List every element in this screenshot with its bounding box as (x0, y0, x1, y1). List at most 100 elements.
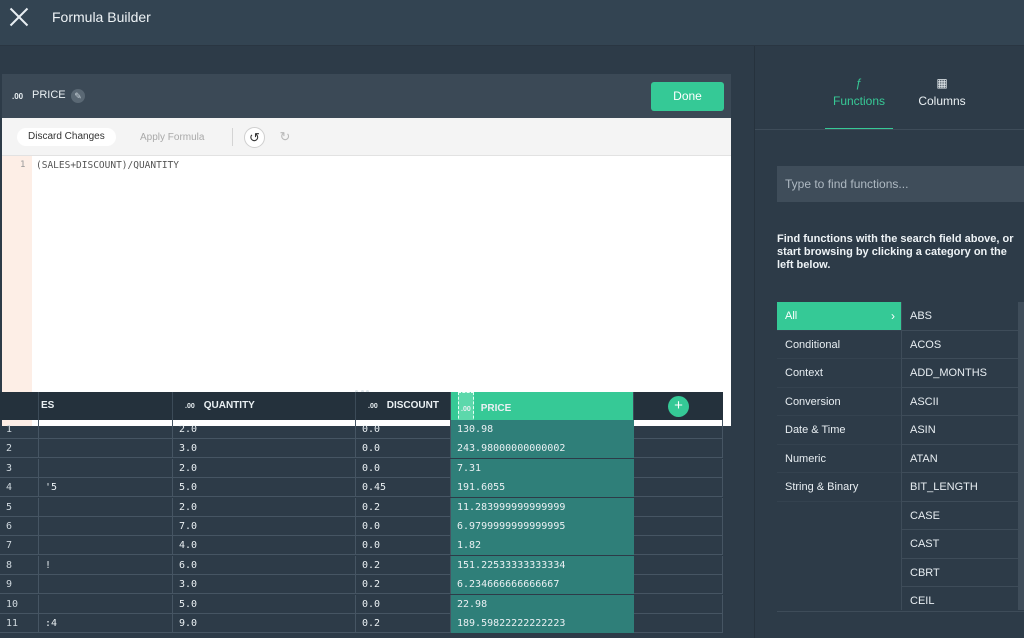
row-number-cell: 5 (0, 497, 39, 517)
done-button[interactable]: Done (651, 82, 724, 111)
function-item[interactable]: CASE (902, 501, 1019, 530)
price-cell: 7.31 (451, 458, 634, 478)
table-row: 4'5 5.0 0.45 191.6055 (0, 478, 723, 498)
empty-cell (634, 439, 723, 459)
category-label: Numeric (785, 452, 826, 465)
empty-cell (634, 614, 723, 633)
row-number-cell: 2 (0, 439, 39, 459)
empty-cell (634, 536, 723, 556)
close-icon[interactable] (8, 6, 30, 28)
price-cell: 243.98000000000002 (451, 439, 634, 459)
line-number: 1 (20, 160, 26, 170)
function-item[interactable]: ACOS (902, 330, 1019, 359)
price-cell: 191.6055 (451, 478, 634, 498)
category-label: Context (785, 367, 823, 379)
format-badge: .00 (12, 92, 24, 101)
panel-divider (777, 611, 1024, 612)
category-item[interactable]: Conditional (777, 331, 901, 359)
function-icon: ƒ (855, 76, 863, 90)
apply-formula-button[interactable]: Apply Formula (140, 132, 204, 143)
quantity-cell: 5.0 (173, 478, 356, 498)
sales-cell (39, 458, 173, 478)
tab-label: Functions (832, 94, 886, 108)
table-row: 10 5.0 0.0 22.98 (0, 594, 723, 614)
category-item[interactable]: Numeric (777, 445, 901, 473)
resize-handle-icon[interactable] (355, 380, 379, 393)
sales-cell (39, 439, 173, 459)
table-row: 8! 6.0 0.2 151.22533333333334 (0, 555, 723, 575)
row-number-cell: 9 (0, 575, 39, 595)
table-row: 9 3.0 0.2 6.234666666666667 (0, 575, 723, 595)
column-name: PRICE (32, 89, 66, 101)
header-quantity[interactable]: .00 QUANTITY (173, 392, 356, 420)
empty-cell (634, 555, 723, 575)
row-number-cell: 1 (0, 420, 39, 439)
discount-cell: 0.0 (356, 594, 451, 614)
header-label: QUANTITY (203, 400, 255, 411)
header-sales[interactable]: ES (39, 392, 173, 420)
function-item[interactable]: BIT_LENGTH (902, 473, 1019, 502)
quantity-cell: 4.0 (173, 536, 356, 556)
edit-name-pencil-icon[interactable]: ✎ (71, 89, 85, 103)
function-item[interactable]: ADD_MONTHS (902, 359, 1019, 388)
function-search-input[interactable] (777, 166, 1024, 202)
formula-code-input[interactable]: (SALES+DISCOUNT)/QUANTITY (36, 160, 179, 171)
header-discount[interactable]: .00 DISCOUNT (356, 392, 451, 420)
header-label: ES (41, 400, 55, 411)
function-item[interactable]: CAST (902, 530, 1019, 559)
quantity-cell: 3.0 (173, 439, 356, 459)
function-item[interactable]: ASCII (902, 387, 1019, 416)
functions-panel: ƒ Functions ▦ Columns Find functions wit… (754, 46, 1024, 638)
function-list-scrollbar[interactable] (1018, 302, 1024, 610)
function-item[interactable]: CBRT (902, 558, 1019, 587)
toolbar-divider (232, 128, 233, 146)
sales-cell: ! (39, 555, 173, 575)
app-title: Formula Builder (52, 9, 151, 25)
discount-cell: 0.0 (356, 458, 451, 478)
empty-cell (634, 478, 723, 498)
row-number-cell: 10 (0, 594, 39, 614)
tab-columns[interactable]: ▦ Columns (907, 76, 977, 130)
undo-icon[interactable]: ↺ (244, 127, 265, 148)
line-gutter: 1 (2, 156, 32, 426)
quantity-cell: 3.0 (173, 575, 356, 595)
category-item[interactable]: String & Binary (777, 473, 901, 502)
row-number-cell: 8 (0, 555, 39, 575)
function-item[interactable]: ABS (902, 302, 1019, 331)
discard-changes-button[interactable]: Discard Changes (17, 128, 116, 146)
table-row: 1 2.0 0.0 130.98 (0, 420, 723, 439)
function-item[interactable]: CEIL (902, 587, 1019, 610)
category-item[interactable]: Conversion (777, 388, 901, 416)
add-column-button[interactable]: + (668, 396, 689, 417)
empty-cell (634, 458, 723, 478)
grid-header-row: ES .00 QUANTITY .00 DISCOUNT .00 PRICE + (0, 392, 723, 428)
category-list: All › Conditional Context Conversion Date & T… (777, 302, 901, 502)
row-number-cell: 3 (0, 458, 39, 478)
editor-card: .00 PRICE ✎ Done Discard Changes Apply F… (2, 74, 731, 426)
row-number-cell: 11 (0, 614, 39, 633)
table-row: 7 4.0 0.0 1.82 (0, 536, 723, 556)
function-item[interactable]: ASIN (902, 416, 1019, 445)
category-label: String & Binary (785, 481, 859, 493)
header-price[interactable]: .00 PRICE (451, 392, 634, 428)
quantity-cell: 2.0 (173, 420, 356, 439)
tab-functions[interactable]: ƒ Functions (825, 76, 893, 130)
table-row: 5 2.0 0.2 11.283999999999999 (0, 497, 723, 517)
quantity-cell: 7.0 (173, 517, 356, 536)
category-item[interactable]: Context (777, 359, 901, 388)
sales-cell: :4 (39, 614, 173, 633)
category-item[interactable]: All › (777, 302, 901, 331)
quantity-cell: 6.0 (173, 555, 356, 575)
price-cell: 22.98 (451, 594, 634, 614)
sales-cell (39, 575, 173, 595)
discount-cell: 0.2 (356, 614, 451, 633)
function-item[interactable]: ATAN (902, 444, 1019, 473)
quantity-cell: 2.0 (173, 458, 356, 478)
empty-cell (634, 594, 723, 614)
redo-icon[interactable]: ↻ (276, 128, 294, 146)
price-cell: 189.59822222222223 (451, 614, 634, 633)
columns-icon: ▦ (936, 76, 948, 90)
category-item[interactable]: Date & Time (777, 416, 901, 445)
quantity-cell: 2.0 (173, 497, 356, 517)
category-label: Conditional (785, 338, 841, 351)
